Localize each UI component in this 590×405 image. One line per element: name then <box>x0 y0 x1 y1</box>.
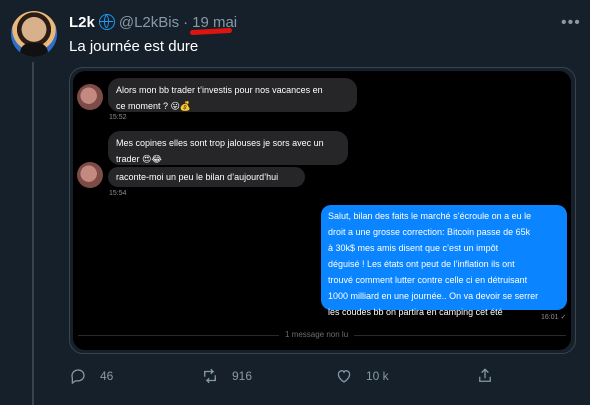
globe-icon <box>98 14 115 30</box>
reply-icon <box>71 369 85 385</box>
message-text: Alors mon bb trader t’investis pour nos … <box>116 85 323 95</box>
author-name[interactable]: L2k <box>69 14 95 31</box>
contact-avatar <box>77 84 103 110</box>
message-time: 15:54 <box>109 190 127 197</box>
message-bubble: raconte-moi un peu le bilan d’aujourd’hu… <box>108 167 305 187</box>
message-line: 1000 milliard en une journée.. On va dev… <box>328 291 539 301</box>
unread-label: 1 message non lu <box>279 330 355 339</box>
message-text: trader 😍😂 <box>116 154 162 164</box>
tweet-text: La journée est dure <box>69 38 199 55</box>
message-bubble: Alors mon bb trader t’investis pour nos … <box>108 78 357 112</box>
more-icon[interactable]: ••• <box>561 14 581 32</box>
message-line: les coudes bb on partira en camping cet … <box>328 307 503 317</box>
message-text: raconte-moi un peu le bilan d’aujourd’hu… <box>116 172 279 182</box>
tweet-actions: 46 916 10 k <box>69 366 509 386</box>
retweet-count: 916 <box>232 369 253 383</box>
message-line: à 30k$ mes amis disent que c’est un impô… <box>328 243 499 253</box>
author-handle[interactable]: @L2kBis <box>119 14 179 31</box>
message-line: trouvé comment lutter contre celle ci en… <box>328 275 528 285</box>
share-button[interactable] <box>476 366 494 386</box>
retweet-icon <box>204 368 216 384</box>
message-bubble: Mes copines elles sont trop jalouses je … <box>108 131 348 165</box>
red-underline-annotation <box>189 27 233 36</box>
message-time: 16:01 ✓ <box>541 314 567 321</box>
message-text: ce moment ? 😛💰 <box>116 101 192 111</box>
contact-avatar <box>77 162 103 188</box>
separator-dot: · <box>183 13 189 31</box>
message-time: 15:52 <box>109 114 127 121</box>
retweet-button[interactable]: 916 <box>201 366 252 386</box>
message-line: déguisé ! Les états ont peut de l’inflat… <box>328 259 515 269</box>
like-button[interactable]: 10 k <box>335 366 389 386</box>
outgoing-message-bubble: Salut, bilan des faits le marché s’écrou… <box>321 205 567 317</box>
heart-icon <box>337 370 351 383</box>
thread-line <box>32 62 34 405</box>
share-icon <box>479 368 491 382</box>
author-avatar[interactable] <box>11 11 57 57</box>
reply-count: 46 <box>100 369 114 383</box>
message-line: droit a une grosse correction: Bitcoin p… <box>328 227 531 237</box>
like-count: 10 k <box>366 369 389 383</box>
message-line: Salut, bilan des faits le marché s’écrou… <box>328 211 532 221</box>
chat-screenshot: Alors mon bb trader t’investis pour nos … <box>73 71 571 350</box>
reply-button[interactable]: 46 <box>69 366 113 386</box>
tweet-image[interactable]: Alors mon bb trader t’investis pour nos … <box>69 67 576 354</box>
message-text: Mes copines elles sont trop jalouses je … <box>116 138 324 148</box>
